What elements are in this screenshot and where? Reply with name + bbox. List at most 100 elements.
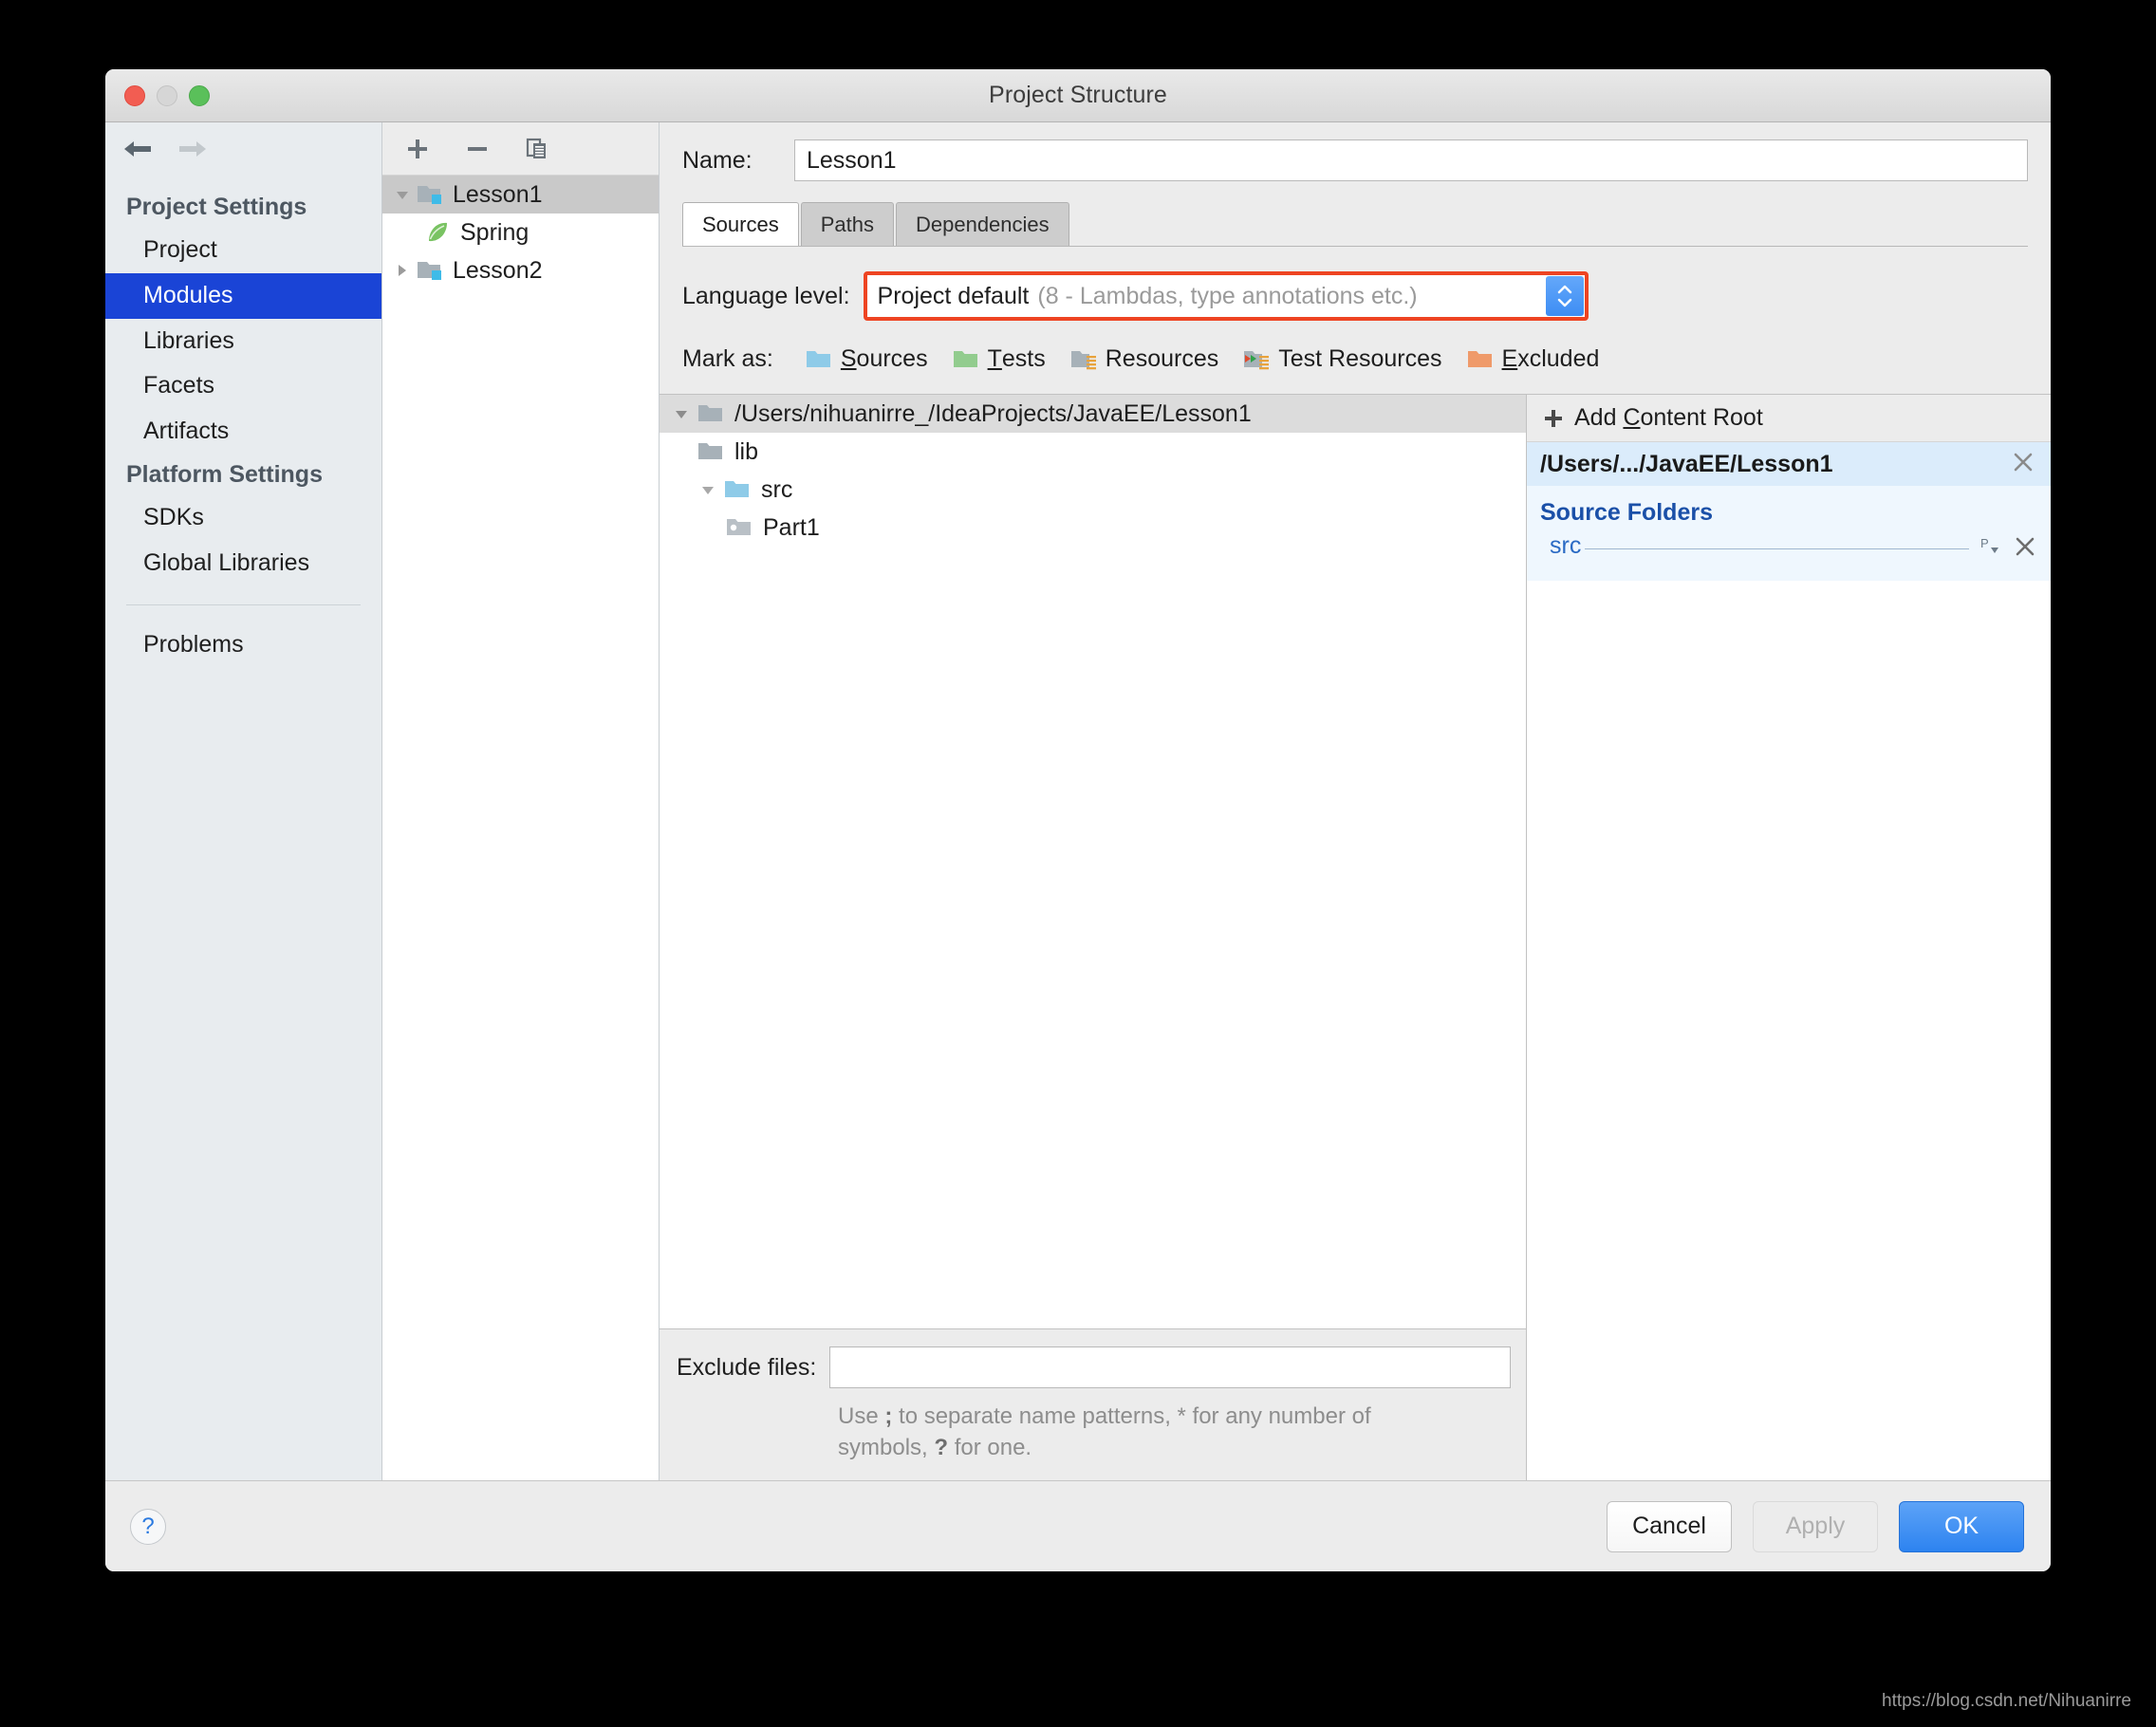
- exclude-hint-suffix: for one.: [948, 1434, 1032, 1460]
- content-roots-split: /Users/nihuanirre_/IdeaProjects/JavaEE/L…: [660, 394, 2051, 1480]
- content-tree-item-label: /Users/nihuanirre_/IdeaProjects/JavaEE/L…: [734, 399, 1252, 427]
- dialog-body: Project Settings Project Modules Librari…: [105, 122, 2051, 1480]
- chevron-right-icon[interactable]: [390, 262, 415, 279]
- content-root-entry[interactable]: /Users/.../JavaEE/Lesson1: [1527, 442, 2051, 486]
- minimize-window-button[interactable]: [157, 84, 177, 106]
- stepper-updown-icon[interactable]: [1545, 276, 1584, 316]
- close-icon[interactable]: [2013, 534, 2037, 559]
- mark-as-tests-label-rest: ests: [1001, 345, 1046, 372]
- copy-icon[interactable]: [523, 135, 551, 163]
- mark-as-sources-mnemonic: S: [840, 345, 857, 372]
- package-icon: [724, 516, 756, 539]
- exclude-files-input[interactable]: [829, 1346, 1511, 1389]
- sidebar-item-libraries[interactable]: Libraries: [105, 319, 381, 364]
- zoom-window-button[interactable]: [189, 84, 210, 106]
- exclude-hint-mid: to separate name patterns, * for any num…: [838, 1403, 1371, 1460]
- module-tabs: Sources Paths Dependencies: [660, 181, 2051, 246]
- exclude-hint-prefix: Use: [838, 1403, 885, 1430]
- source-folders-section: Source Folders src P: [1527, 486, 2051, 581]
- mark-as-excluded-button[interactable]: Excluded: [1467, 345, 1599, 373]
- module-name-input[interactable]: [794, 139, 2028, 181]
- exclude-files-hint: Use ; to separate name patterns, * for a…: [838, 1402, 1445, 1463]
- minus-icon[interactable]: [463, 135, 492, 163]
- source-folder-name: src: [1550, 532, 1582, 559]
- sidebar-item-sdks[interactable]: SDKs: [105, 495, 381, 541]
- module-tree-item-lesson2[interactable]: Lesson2: [382, 251, 659, 289]
- chevron-down-icon[interactable]: [694, 481, 722, 498]
- content-tree-item-part1[interactable]: Part1: [660, 509, 1526, 547]
- source-folder-row[interactable]: src P: [1527, 532, 2051, 560]
- content-tree-item-lib[interactable]: lib: [660, 433, 1526, 471]
- forward-arrow-icon[interactable]: [176, 134, 210, 164]
- module-editor-panel: Name: Sources Paths Dependencies Languag…: [660, 122, 2051, 1480]
- mark-as-test-resources-label: Test Resources: [1278, 345, 1442, 372]
- mark-as-test-resources-button[interactable]: Test Resources: [1243, 345, 1442, 373]
- folder-gray-icon: [696, 440, 728, 463]
- sidebar-item-global-libraries[interactable]: Global Libraries: [105, 541, 381, 586]
- plus-icon: [1542, 407, 1565, 430]
- close-window-button[interactable]: [124, 84, 145, 106]
- add-content-root-button[interactable]: Add Content Root: [1527, 395, 2051, 442]
- sidebar-item-artifacts[interactable]: Artifacts: [105, 409, 381, 455]
- language-level-label: Language level:: [682, 282, 850, 309]
- sidebar-item-facets[interactable]: Facets: [105, 363, 381, 409]
- chevron-down-icon[interactable]: [667, 405, 696, 422]
- language-level-primary: Project default: [877, 282, 1030, 309]
- language-level-secondary: (8 - Lambdas, type annotations etc.): [1037, 282, 1418, 309]
- mark-as-sources-button[interactable]: Sources: [806, 345, 928, 373]
- back-arrow-icon[interactable]: [121, 134, 155, 164]
- ok-button[interactable]: OK: [1899, 1500, 2024, 1552]
- language-level-value[interactable]: Project default (8 - Lambdas, type annot…: [867, 276, 1546, 316]
- mark-as-sources-label-rest: ources: [856, 345, 928, 372]
- sidebar-item-problems[interactable]: Problems: [105, 622, 381, 668]
- window-title: Project Structure: [989, 82, 1167, 108]
- folder-orange-icon: [1467, 348, 1496, 371]
- tab-sources[interactable]: Sources: [682, 202, 799, 246]
- module-folder-icon: [415, 182, 447, 207]
- content-tree-item-root[interactable]: /Users/nihuanirre_/IdeaProjects/JavaEE/L…: [660, 395, 1526, 433]
- tab-paths[interactable]: Paths: [800, 202, 894, 246]
- content-root-path: /Users/.../JavaEE/Lesson1: [1540, 450, 1833, 477]
- watermark-text: https://blog.csdn.net/Nihuanirre: [1882, 1691, 2131, 1711]
- modules-toolbar: [382, 122, 659, 176]
- project-structure-dialog: Project Structure Project Settings Proje…: [105, 69, 2051, 1571]
- add-content-root-mnemonic: C: [1623, 404, 1641, 431]
- modules-panel: Lesson1 Spring Lesson2: [382, 122, 660, 1480]
- content-roots-pane: Add Content Root /Users/.../JavaEE/Lesso…: [1527, 395, 2051, 1480]
- title-bar: Project Structure: [105, 69, 2051, 122]
- module-tree-item-spring[interactable]: Spring: [382, 214, 659, 251]
- language-level-combobox[interactable]: Project default (8 - Lambdas, type annot…: [863, 271, 1589, 321]
- content-tree-item-src[interactable]: src: [660, 471, 1526, 509]
- content-tree-item-label: Part1: [763, 513, 820, 541]
- source-folder-underline: [1585, 548, 1969, 549]
- sidebar-item-modules[interactable]: Modules: [105, 272, 381, 319]
- sidebar-item-project[interactable]: Project: [105, 228, 381, 273]
- folder-test-resources-icon: [1243, 348, 1272, 371]
- exclude-hint-question: ?: [934, 1434, 949, 1460]
- folder-green-icon: [953, 348, 981, 371]
- sidebar-items-list: Project Settings Project Modules Librari…: [105, 176, 381, 668]
- module-tree-item-label: Lesson1: [453, 180, 543, 208]
- close-icon[interactable]: [2011, 450, 2035, 479]
- mark-as-tests-button[interactable]: Tests: [953, 345, 1046, 373]
- apply-button[interactable]: Apply: [1753, 1500, 1878, 1552]
- chevron-down-icon[interactable]: [390, 186, 415, 203]
- language-level-row: Language level: Project default (8 - Lam…: [660, 247, 2051, 321]
- cancel-button[interactable]: Cancel: [1607, 1500, 1732, 1552]
- plus-icon[interactable]: [403, 135, 432, 163]
- navigation-arrows: [105, 122, 381, 176]
- mark-as-excluded-mnemonic: E: [1501, 345, 1518, 372]
- modules-tree: Lesson1 Spring Lesson2: [382, 176, 659, 1480]
- content-tree-item-label: src: [761, 475, 793, 503]
- folder-blue-icon: [722, 478, 754, 501]
- content-tree-pane: /Users/nihuanirre_/IdeaProjects/JavaEE/L…: [660, 395, 1527, 1480]
- mark-as-resources-button[interactable]: Resources: [1070, 345, 1218, 373]
- source-folders-title: Source Folders: [1540, 499, 1713, 526]
- sidebar-group-platform-settings: Platform Settings: [126, 460, 323, 488]
- help-button[interactable]: ?: [130, 1508, 166, 1545]
- package-prefix-icon[interactable]: P: [1979, 535, 2003, 558]
- content-tree-item-label: lib: [734, 437, 759, 465]
- mark-as-tests-mnemonic: T: [987, 345, 1002, 372]
- module-tree-item-lesson1[interactable]: Lesson1: [382, 176, 659, 214]
- tab-dependencies[interactable]: Dependencies: [895, 202, 1069, 246]
